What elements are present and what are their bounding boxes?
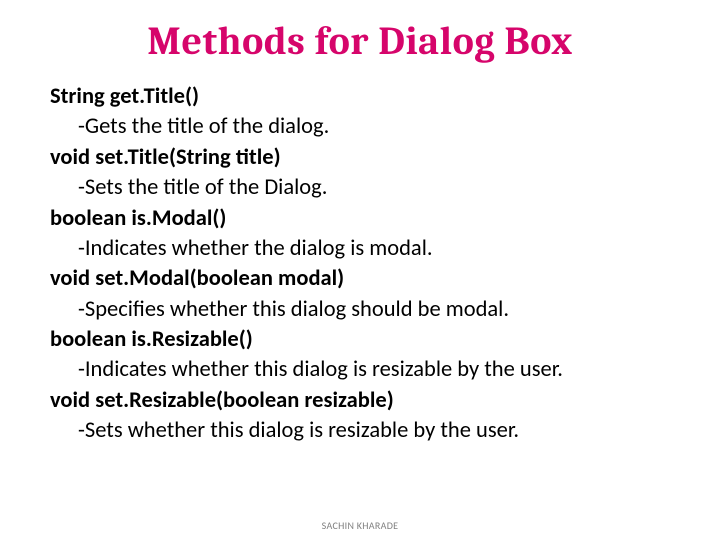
method-description: -Gets the title of the dialog. bbox=[50, 112, 670, 142]
page-title: Methods for Dialog Box bbox=[50, 18, 670, 64]
method-description: -Sets whether this dialog is resizable b… bbox=[50, 416, 670, 446]
method-description: -Indicates whether this dialog is resiza… bbox=[50, 355, 670, 385]
method-signature: boolean is.Modal() bbox=[50, 204, 670, 234]
method-description: -Specifies whether this dialog should be… bbox=[50, 295, 670, 325]
content-body: String get.Title() -Gets the title of th… bbox=[50, 82, 670, 447]
method-signature: void set.Modal(boolean modal) bbox=[50, 264, 670, 294]
method-description: -Sets the title of the Dialog. bbox=[50, 173, 670, 203]
footer-author: SACHIN KHARADE bbox=[0, 519, 720, 532]
method-signature: String get.Title() bbox=[50, 82, 670, 112]
method-signature: void set.Title(String title) bbox=[50, 143, 670, 173]
method-description: -Indicates whether the dialog is modal. bbox=[50, 234, 670, 264]
method-signature: void set.Resizable(boolean resizable) bbox=[50, 386, 670, 416]
method-signature: boolean is.Resizable() bbox=[50, 325, 670, 355]
slide: Methods for Dialog Box String get.Title(… bbox=[0, 0, 720, 447]
